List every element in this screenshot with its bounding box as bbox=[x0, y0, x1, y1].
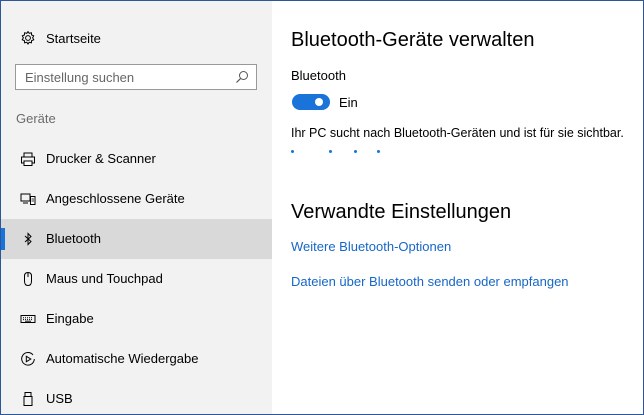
autoplay-icon bbox=[20, 351, 36, 367]
bluetooth-toggle[interactable] bbox=[292, 94, 330, 110]
search-box[interactable] bbox=[15, 64, 257, 90]
sidebar-item-label: Drucker & Scanner bbox=[46, 151, 156, 166]
send-receive-files-link[interactable]: Dateien über Bluetooth senden oder empfa… bbox=[291, 274, 569, 289]
searching-progress-indicator bbox=[291, 150, 401, 154]
sidebar-item-label: Angeschlossene Geräte bbox=[46, 191, 185, 206]
sidebar-item-label: Automatische Wiedergabe bbox=[46, 351, 199, 366]
sidebar-item-connected-devices[interactable]: Angeschlossene Geräte bbox=[1, 179, 272, 219]
sidebar-item-bluetooth[interactable]: Bluetooth bbox=[1, 219, 272, 259]
more-bluetooth-options-link[interactable]: Weitere Bluetooth-Optionen bbox=[291, 239, 451, 254]
devices-icon bbox=[20, 191, 36, 207]
sidebar: Startseite Geräte Drucker & Scanner bbox=[1, 1, 272, 414]
usb-icon bbox=[20, 391, 36, 407]
mouse-icon bbox=[20, 271, 36, 287]
sidebar-item-input[interactable]: Eingabe bbox=[1, 299, 272, 339]
progress-dot bbox=[329, 150, 332, 153]
sidebar-item-usb[interactable]: USB bbox=[1, 379, 272, 414]
search-input[interactable] bbox=[16, 65, 226, 89]
sidebar-item-printers[interactable]: Drucker & Scanner bbox=[1, 139, 272, 179]
bluetooth-icon bbox=[20, 231, 36, 247]
section-label-devices: Geräte bbox=[16, 111, 56, 126]
sidebar-item-autoplay[interactable]: Automatische Wiedergabe bbox=[1, 339, 272, 379]
progress-dot bbox=[354, 150, 357, 153]
search-icon[interactable] bbox=[235, 70, 249, 84]
sidebar-item-label: Eingabe bbox=[46, 311, 94, 326]
progress-dot bbox=[377, 150, 380, 153]
home-link[interactable]: Startseite bbox=[1, 23, 272, 53]
toggle-state-label: Ein bbox=[339, 95, 358, 110]
gear-icon bbox=[20, 30, 36, 46]
sidebar-item-label: USB bbox=[46, 391, 73, 406]
printer-icon bbox=[20, 151, 36, 167]
sidebar-item-label: Maus und Touchpad bbox=[46, 271, 163, 286]
main-content: Bluetooth-Geräte verwalten Bluetooth Ein… bbox=[291, 1, 641, 414]
progress-dot bbox=[291, 150, 294, 153]
keyboard-icon bbox=[20, 311, 36, 327]
sidebar-item-mouse[interactable]: Maus und Touchpad bbox=[1, 259, 272, 299]
bluetooth-label: Bluetooth bbox=[291, 68, 346, 83]
related-settings-title: Verwandte Einstellungen bbox=[291, 201, 512, 223]
toggle-knob bbox=[315, 98, 323, 106]
page-title: Bluetooth-Geräte verwalten bbox=[291, 29, 535, 51]
selection-indicator bbox=[1, 228, 5, 250]
sidebar-item-label: Bluetooth bbox=[46, 231, 101, 246]
bluetooth-status-text: Ihr PC sucht nach Bluetooth-Geräten und … bbox=[291, 126, 624, 140]
settings-window: Startseite Geräte Drucker & Scanner bbox=[0, 0, 644, 415]
home-label: Startseite bbox=[46, 31, 101, 46]
